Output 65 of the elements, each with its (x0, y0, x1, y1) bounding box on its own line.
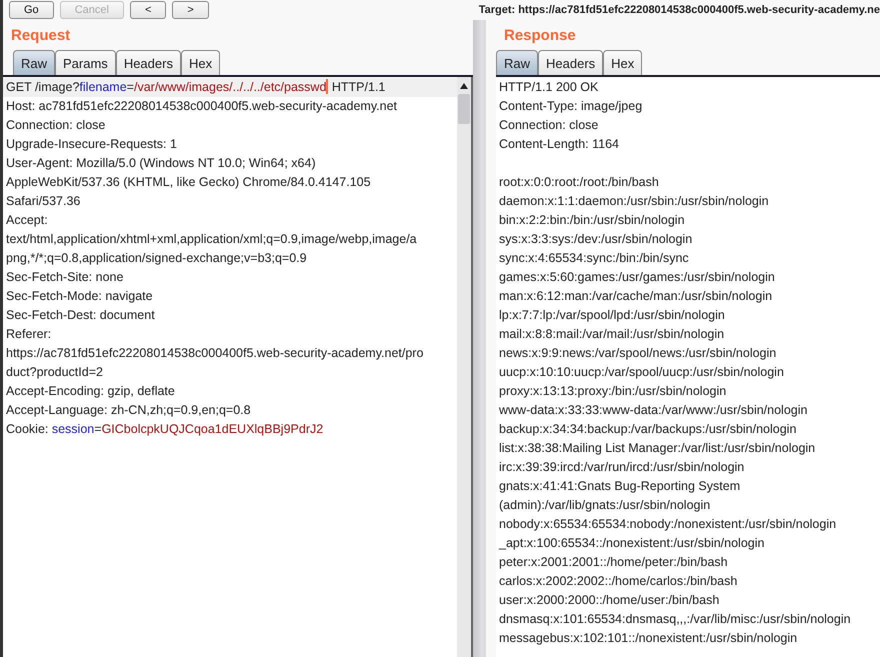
response-line: man:x:6:12:man:/var/cache/man:/usr/sbin/nologin (498, 288, 774, 305)
toolbar-button[interactable]: < (130, 1, 166, 19)
tab[interactable]: Headers (538, 50, 604, 75)
response-line: www-data:x:33:33:www-data:/var/www:/usr/sbin/nologin (498, 402, 808, 419)
request-line: Accept: (5, 212, 49, 229)
response-line: Content-Type: image/jpeg (498, 98, 644, 115)
panel-title: Request (10, 26, 72, 46)
response-line: HTTP/1.1 200 OK (498, 79, 600, 96)
tab[interactable]: Hex (180, 50, 220, 75)
response-line: news:x:9:9:news:/var/spool/news:/usr/sbin/nologin (498, 345, 778, 362)
response-line: sync:x:4:65534:sync:/bin:/bin/sync (498, 250, 690, 267)
request-line: Sec-Fetch-Mode: navigate (5, 288, 154, 305)
tab[interactable]: Headers (116, 50, 181, 75)
request-line: Cookie: session=GICbolcpkUQJCqoa1dEUXlqBBj9PdrJ2 (5, 421, 324, 438)
request-line: duct?productId=2 (5, 364, 104, 381)
response-line: messagebus:x:102:101::/nonexistent:/usr/sbin/nologin (498, 630, 798, 647)
request-line: text/html,application/xhtml+xml,application/xml;q=0.9,image/webp,image/a (5, 231, 418, 248)
response-line: dnsmasq:x:101:65534:dnsmasq,,,:/var/lib/misc:/usr/sbin/nologin (498, 611, 852, 628)
response-line: daemon:x:1:1:daemon:/usr/sbin:/usr/sbin/nologin (498, 193, 770, 210)
request-line: Host: ac781fd51efc22208014538c000400f5.web-security-academy.net (5, 98, 398, 115)
response-line: nobody:x:65534:65534:nobody:/nonexistent:/usr/sbin/nologin (498, 516, 838, 533)
response-editor[interactable] (496, 77, 880, 657)
request-line: AppleWebKit/537.36 (KHTML, like Gecko) Chrome/84.0.4147.105 (5, 174, 372, 191)
response-line: (admin):/var/lib/gnats:/usr/sbin/nologin (498, 497, 712, 514)
response-line: root:x:0:0:root:/root:/bin/bash (498, 174, 660, 191)
request-line: Referer: (5, 326, 52, 343)
request-line: Upgrade-Insecure-Requests: 1 (5, 136, 178, 153)
response-line: mail:x:8:8:mail:/var/mail:/usr/sbin/nologin (498, 326, 726, 343)
panel-title: Response (503, 26, 577, 46)
scrollbar[interactable] (457, 77, 471, 657)
response-line: games:x:5:60:games:/usr/games:/usr/sbin/nologin (498, 269, 776, 286)
response-line: peter:x:2001:2001::/home/peter:/bin/bash (498, 554, 729, 571)
request-line: png,*/*;q=0.8,application/signed-exchange;v=b3;q=0.9 (5, 250, 308, 267)
response-line: carlos:x:2002:2002::/home/carlos:/bin/bash (498, 573, 738, 590)
tab[interactable]: Hex (603, 50, 642, 75)
response-line: Content-Length: 1164 (498, 136, 620, 153)
request-line: Safari/537.36 (5, 193, 82, 210)
tab[interactable]: Raw (496, 50, 538, 75)
request-line: Accept-Encoding: gzip, deflate (5, 383, 176, 400)
response-line: bin:x:2:2:bin:/bin:/usr/sbin/nologin (498, 212, 686, 229)
request-line: Sec-Fetch-Site: none (5, 269, 124, 286)
request-line: User-Agent: Mozilla/5.0 (Windows NT 10.0; Win64; x64) (5, 155, 317, 172)
request-line: Sec-Fetch-Dest: document (5, 307, 156, 324)
response-line: _apt:x:100:65534::/nonexistent:/usr/sbin/nologin (498, 535, 766, 552)
request-editor[interactable] (3, 77, 473, 657)
response-line: backup:x:34:34:backup:/var/backups:/usr/sbin/nologin (498, 421, 798, 438)
tab[interactable]: Raw (13, 50, 56, 75)
target-url: Target: https://ac781fd51efc22208014538c000400f5.web-security-academy.ne (478, 4, 880, 16)
response-line: list:x:38:38:Mailing List Manager:/var/list:/usr/sbin/nologin (498, 440, 816, 457)
scroll-up-icon[interactable] (459, 82, 469, 90)
tab[interactable]: Params (55, 50, 116, 75)
request-line: Accept-Language: zh-CN,zh;q=0.9,en;q=0.8 (5, 402, 252, 419)
response-line: Connection: close (498, 117, 600, 134)
response-line: lp:x:7:7:lp:/var/spool/lpd:/usr/sbin/nologin (498, 307, 726, 324)
toolbar-button[interactable]: Go (9, 1, 54, 19)
response-line: proxy:x:13:13:proxy:/bin:/usr/sbin/nologin (498, 383, 728, 400)
request-line: Connection: close (5, 117, 106, 134)
response-line: user:x:2000:2000::/home/user:/bin/bash (498, 592, 720, 609)
response-line: uucp:x:10:10:uucp:/var/spool/uucp:/usr/sbin/nologin (498, 364, 785, 381)
response-line: sys:x:3:3:sys:/dev:/usr/sbin/nologin (498, 231, 694, 248)
response-line: gnats:x:41:41:Gnats Bug-Reporting System (498, 478, 742, 495)
request-line: https://ac781fd51efc22208014538c000400f5.web-security-academy.net/pro (5, 345, 424, 362)
scroll-thumb[interactable] (458, 94, 470, 124)
toolbar-button[interactable]: > (172, 1, 209, 19)
response-line: irc:x:39:39:ircd:/var/run/ircd:/usr/sbin/nologin (498, 459, 746, 476)
